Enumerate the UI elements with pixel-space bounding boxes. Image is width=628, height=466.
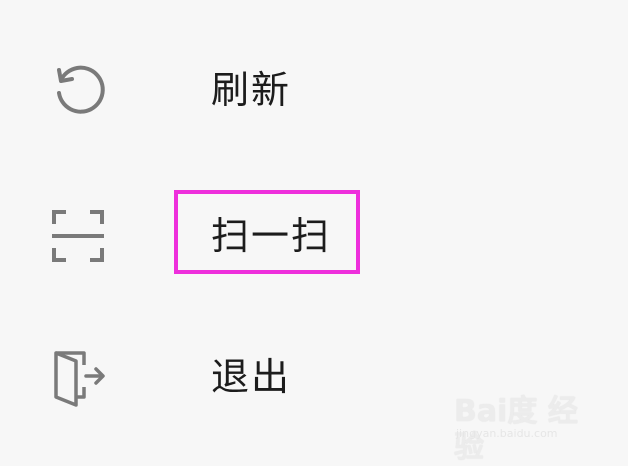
- watermark-subtext: jingyan.baidu.com: [456, 427, 558, 440]
- menu-item-scan[interactable]: 扫一扫: [0, 176, 628, 296]
- menu-item-refresh[interactable]: 刷新: [0, 30, 628, 150]
- menu-item-label: 刷新: [211, 68, 292, 112]
- highlight-annotation-box: [174, 190, 360, 274]
- scan-icon: [46, 206, 110, 266]
- refresh-icon: [46, 60, 110, 120]
- exit-door-icon: [46, 347, 110, 407]
- menu-item-label: 退出: [211, 355, 292, 399]
- overflow-menu: 刷新 扫一扫 退出: [0, 0, 628, 460]
- baidu-jingyan-watermark: Bai度 经验 jingyan.baidu.com: [454, 394, 594, 465]
